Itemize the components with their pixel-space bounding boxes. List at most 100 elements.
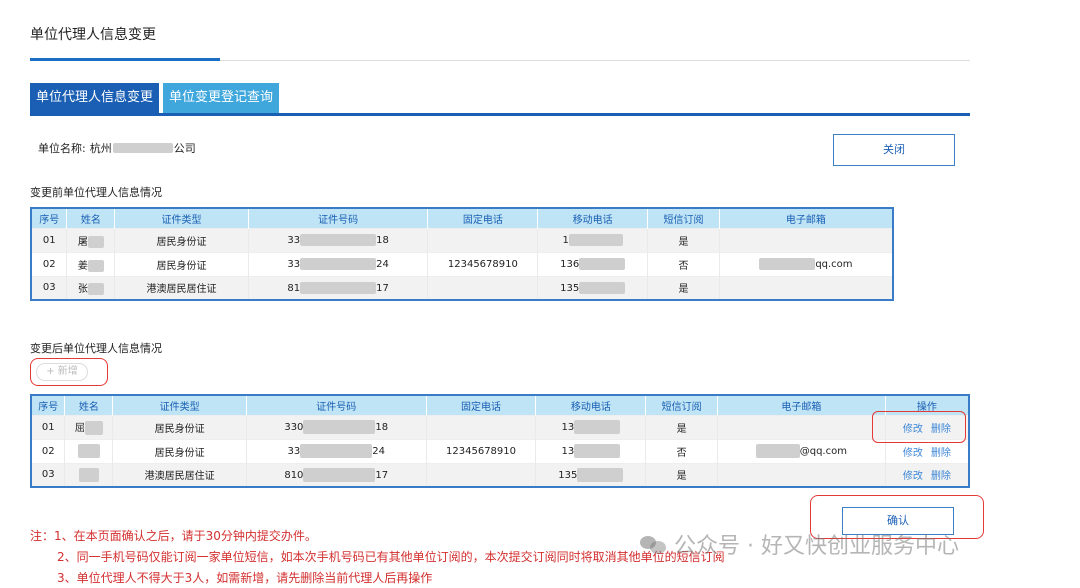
cell-sms: 是 [645, 462, 719, 487]
col-header-no: 序号 [31, 395, 66, 415]
id-tail: 24 [376, 259, 389, 270]
id-head: 810 [284, 469, 304, 481]
name-text: 屠 [77, 236, 88, 248]
cell-sms: 是 [647, 227, 720, 252]
tab-bar: 单位代理人信息变更 单位变更登记查询 [30, 83, 280, 113]
close-button[interactable]: 关闭 [833, 134, 955, 166]
note-line-2: 2、同一手机号码仅能订阅一家单位短信，如本次手机号码已有其他单位订阅的，本次提交… [57, 550, 725, 564]
cell-name [64, 462, 114, 487]
table-row: 01 屠 居民身份证 33 18 1 是 [31, 227, 894, 252]
edit-link[interactable]: 修改 [903, 448, 923, 459]
col-header-id-type: 证件类型 [114, 208, 249, 228]
cell-phone [426, 462, 537, 487]
mobile-head: 136 [560, 259, 580, 270]
cell-actions: 修改 删除 [885, 462, 970, 487]
cell-mobile: 135 [535, 462, 647, 487]
cell-no: 02 [31, 438, 66, 463]
delete-link[interactable]: 删除 [931, 471, 951, 482]
id-head: 33 [287, 259, 301, 270]
org-name-row: 单位名称: 杭州 公司 [38, 140, 196, 156]
cell-no: 01 [31, 227, 68, 252]
id-tail: 17 [376, 282, 389, 294]
id-head: 81 [287, 282, 301, 294]
cell-no: 01 [31, 414, 66, 439]
masked-text [300, 258, 377, 270]
before-section-title: 变更前单位代理人信息情况 [30, 186, 162, 199]
cell-id-number: 33 24 [246, 438, 427, 463]
masked-text [759, 258, 816, 270]
cell-id-number: 81 17 [248, 275, 429, 300]
tab-change-query[interactable]: 单位变更登记查询 [163, 83, 280, 113]
id-head: 330 [284, 422, 304, 433]
col-header-phone: 固定电话 [427, 208, 539, 228]
page-title: 单位代理人信息变更 [30, 27, 156, 43]
masked-text [112, 143, 173, 153]
table-row: 02 姜 居民身份证 33 24 12345678910 136 否 qq.com [31, 251, 894, 276]
cell-mobile: 135 [537, 275, 649, 300]
id-tail: 24 [372, 446, 385, 457]
col-header-id-number: 证件号码 [248, 208, 429, 228]
watermark: 公众号 · 好又快创业服务中心 [640, 528, 959, 560]
cell-no: 03 [31, 275, 68, 300]
col-header-mobile: 移动电话 [537, 208, 649, 228]
note-line-1: 注：1、在本页面确认之后，请于30分钟内提交办件。 [30, 529, 317, 543]
masked-text [300, 234, 377, 246]
col-header-id-type: 证件类型 [112, 395, 247, 415]
table-row: 01 屈 居民身份证 330 18 13 是 修改 删除 [31, 414, 970, 439]
masked-text [755, 444, 800, 458]
cell-name: 张 [66, 275, 116, 300]
col-header-sms: 短信订阅 [645, 395, 719, 415]
cell-email: qq.com [719, 251, 894, 276]
mobile-head: 1 [562, 235, 569, 246]
table-row: 02 居民身份证 33 24 12345678910 13 否 @qq.com 修… [31, 438, 970, 463]
cell-mobile: 1 [537, 227, 649, 252]
id-head: 33 [287, 446, 301, 457]
masked-text [579, 281, 626, 294]
masked-text [579, 258, 626, 270]
cell-name: 姜 [66, 251, 116, 276]
email-tail: @qq.com [799, 446, 847, 457]
cell-email [719, 227, 894, 252]
org-name-suffix: 公司 [173, 142, 196, 155]
masked-text [300, 444, 373, 458]
edit-link[interactable]: 修改 [903, 471, 923, 482]
masked-text [574, 420, 621, 434]
cell-id-number: 330 18 [246, 414, 427, 439]
cell-name [64, 438, 114, 463]
name-text: 张 [77, 284, 88, 296]
masked-text [303, 467, 376, 482]
masked-text [78, 467, 99, 482]
cell-email [717, 462, 886, 487]
cell-mobile: 13 [535, 414, 647, 439]
cell-id-type: 居民身份证 [112, 438, 247, 463]
cell-sms: 否 [645, 438, 719, 463]
masked-text [77, 444, 100, 458]
org-name-label: 单位名称: [38, 142, 86, 155]
cell-email: @qq.com [717, 438, 886, 463]
tab-agent-change[interactable]: 单位代理人信息变更 [30, 83, 160, 113]
org-name-prefix: 杭州 [89, 142, 112, 155]
tab-underline [30, 113, 970, 116]
cell-phone [427, 227, 539, 252]
cell-id-type: 港澳居民居住证 [112, 462, 247, 487]
masked-text [568, 234, 623, 246]
table-row: 03 港澳居民居住证 810 17 135 是 修改 删除 [31, 462, 970, 487]
cell-phone [427, 275, 539, 300]
mobile-head: 13 [561, 422, 575, 433]
cell-mobile: 136 [537, 251, 649, 276]
add-button[interactable]: + 新增 [36, 363, 88, 381]
col-header-id-number: 证件号码 [246, 395, 427, 415]
col-header-name: 姓名 [66, 208, 116, 228]
mobile-head: 135 [560, 282, 580, 294]
cell-sms: 是 [647, 275, 720, 300]
id-tail: 17 [375, 469, 389, 481]
masked-text [87, 235, 104, 248]
table-header-row: 序号 姓名 证件类型 证件号码 固定电话 移动电话 短信订阅 电子邮箱 [31, 208, 894, 228]
id-head: 33 [287, 235, 301, 246]
cell-name: 屠 [66, 227, 116, 252]
cell-name: 屈 [64, 414, 114, 439]
cell-phone [426, 414, 537, 439]
col-header-mobile: 移动电话 [535, 395, 647, 415]
after-section-title: 变更后单位代理人信息情况 [30, 342, 162, 355]
delete-link[interactable]: 删除 [931, 448, 951, 459]
